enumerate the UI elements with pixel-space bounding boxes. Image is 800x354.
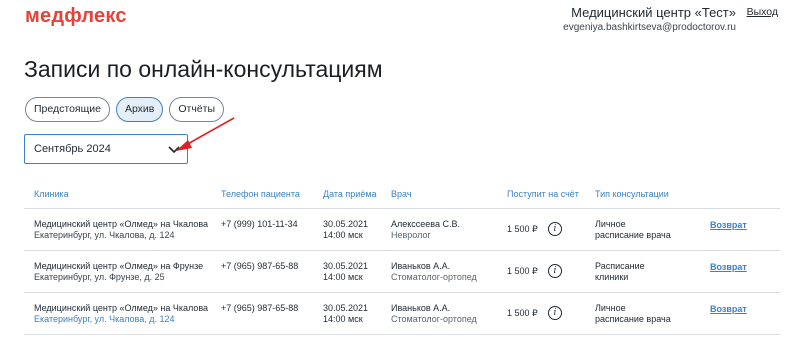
info-icon[interactable]: i — [548, 222, 562, 236]
month-select-value: Сентябрь 2024 — [34, 143, 111, 155]
appointment-time: 14:00 мск — [323, 230, 363, 240]
patient-phone: +7 (999) 101-11-34 — [221, 219, 298, 229]
doctor-specialty: Невролог — [391, 230, 431, 240]
amount: 1 500 ₽ — [507, 224, 538, 234]
doctor-name: Алекссеева С.В. — [391, 219, 460, 229]
doctor-name: Иваньков А.А. — [391, 261, 451, 271]
consultation-type-line1: Личное — [595, 303, 626, 313]
table-header: Клиника Телефон пациента Дата приёма Вра… — [24, 180, 780, 209]
clinic-address: Екатеринбург, ул. Чкалова, д. 124 — [34, 314, 175, 324]
table-row: Медицинский центр «Олмед» на Чкалова Ека… — [24, 209, 780, 251]
clinic-address: Екатеринбург, ул. Чкалова, д. 124 — [34, 230, 175, 240]
page-title: Записи по онлайн-консультациям — [24, 56, 383, 82]
refund-link[interactable]: Возврат — [710, 262, 747, 273]
clinic-name: Медицинский центр «Олмед» на Фрунзе — [34, 261, 204, 271]
appointment-time: 14:00 мск — [323, 314, 363, 324]
patient-phone: +7 (965) 987-65-88 — [221, 303, 299, 313]
logout-link[interactable]: Выход — [747, 6, 778, 18]
column-header-date: Дата приёма — [323, 189, 377, 199]
doctor-name: Иваньков А.А. — [391, 303, 451, 313]
column-header-amount: Поступит на счёт — [507, 189, 579, 199]
consultation-type-line1: Личное — [595, 219, 626, 229]
medflex-logo[interactable]: медфлекс — [25, 5, 127, 28]
org-info: Медицинский центр «Тест» evgeniya.bashki… — [563, 5, 736, 34]
column-header-phone: Телефон пациента — [221, 189, 300, 199]
month-select[interactable]: Сентябрь 2024 — [24, 134, 188, 164]
column-header-clinic: Клиника — [34, 189, 69, 199]
refund-link[interactable]: Возврат — [710, 304, 747, 315]
appointment-date: 30.05.2021 — [323, 261, 369, 271]
consultation-type-line2: расписание врача — [595, 230, 671, 240]
appointment-date: 30.05.2021 — [323, 219, 369, 229]
clinic-name: Медицинский центр «Олмед» на Чкалова — [34, 219, 209, 229]
tab-archive[interactable]: Архив — [115, 97, 164, 122]
patient-phone: +7 (965) 987-65-88 — [221, 261, 299, 271]
amount: 1 500 ₽ — [507, 308, 538, 318]
appointment-date: 30.05.2021 — [323, 303, 369, 313]
info-icon[interactable]: i — [548, 264, 562, 278]
doctor-specialty: Стоматолог-ортопед — [391, 272, 477, 282]
org-email: evgeniya.bashkirtseva@prodoctorov.ru — [563, 22, 736, 33]
consultation-type-line2: клиники — [595, 272, 629, 282]
info-icon[interactable]: i — [548, 306, 562, 320]
amount: 1 500 ₽ — [507, 266, 538, 276]
consultation-type-line1: Расписание — [595, 261, 645, 271]
table-row: Медицинский центр «Олмед» на Чкалова Ека… — [24, 293, 780, 335]
doctor-specialty: Стоматолог-ортопед — [391, 314, 477, 324]
refund-link[interactable]: Возврат — [710, 220, 747, 231]
column-header-doctor: Врач — [391, 189, 412, 199]
appointment-time: 14:00 мск — [323, 272, 363, 282]
table-row: Медицинский центр «Олмед» на Фрунзе Екат… — [24, 251, 780, 293]
column-header-type: Тип консультации — [595, 189, 669, 199]
tab-upcoming[interactable]: Предстоящие — [25, 97, 110, 122]
org-name: Медицинский центр «Тест» — [571, 5, 736, 20]
clinic-address: Екатеринбург, ул. Фрунзе, д. 25 — [34, 272, 165, 282]
annotation-arrow — [176, 117, 235, 151]
consultations-table: Клиника Телефон пациента Дата приёма Вра… — [24, 180, 780, 335]
clinic-name: Медицинский центр «Олмед» на Чкалова — [34, 303, 209, 313]
consultation-type-line2: расписание врача — [595, 314, 671, 324]
